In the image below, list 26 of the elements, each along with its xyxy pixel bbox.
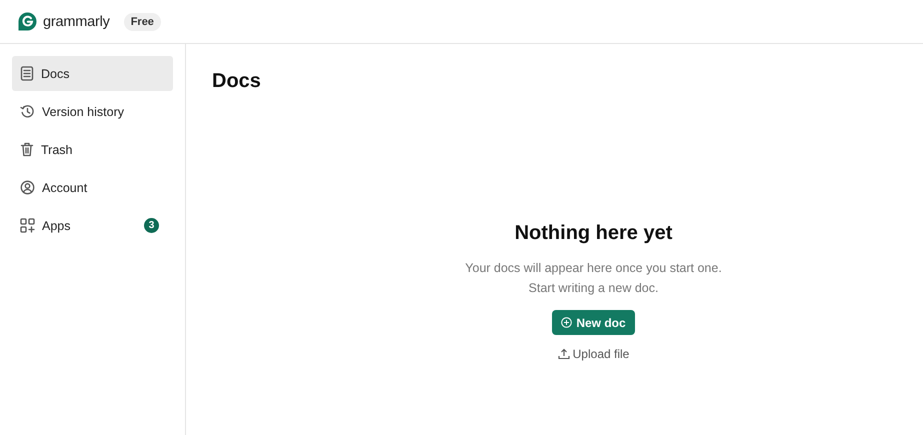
- sidebar-item[interactable]: Docs: [12, 56, 173, 91]
- item-label: Version history: [42, 104, 125, 118]
- sidebar-item[interactable]: Version history: [12, 94, 173, 129]
- empty-description: Your docs will appear here once you start one. Start writing a new doc.: [465, 260, 722, 297]
- upload-icon: [558, 348, 570, 360]
- item-label: Trash: [41, 142, 74, 156]
- count-badge: 3: [144, 218, 159, 233]
- page-title: Docs: [212, 70, 262, 93]
- sidebar-item[interactable]: Trash: [12, 132, 173, 167]
- plus-circle-icon: [561, 317, 572, 328]
- apps-icon: [20, 218, 35, 233]
- item-label: Docs: [41, 66, 70, 80]
- history-icon: [20, 104, 35, 119]
- sidebar-item[interactable]: Apps 3: [12, 208, 173, 243]
- doc-icon: [20, 66, 34, 81]
- logo-icon: [18, 12, 37, 31]
- empty-heading: Nothing here yet: [514, 222, 672, 245]
- plan-badge: Free: [124, 12, 161, 30]
- upload-link[interactable]: Upload file: [558, 347, 630, 361]
- trash-icon: [20, 142, 34, 157]
- new-doc-button[interactable]: New doc: [552, 310, 635, 335]
- sidebar-item[interactable]: Account: [12, 170, 173, 205]
- logo-text: grammarly: [43, 14, 110, 30]
- item-label: Account: [42, 180, 88, 194]
- account-icon: [20, 180, 35, 195]
- item-label: Apps: [42, 218, 72, 232]
